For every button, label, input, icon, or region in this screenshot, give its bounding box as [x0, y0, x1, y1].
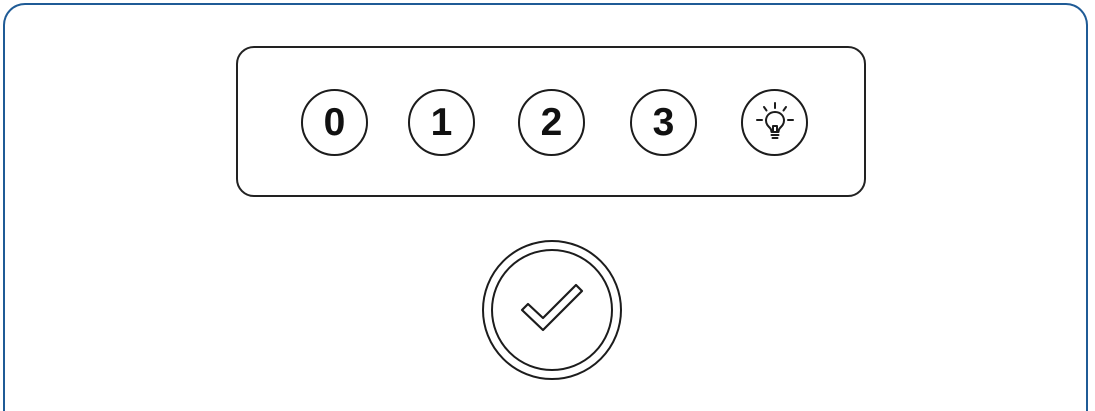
submit-button-inner-ring	[491, 249, 613, 371]
option-button-2[interactable]: 2	[518, 89, 585, 156]
option-label-0: 0	[323, 101, 346, 144]
option-label-3: 3	[652, 101, 675, 144]
submit-button[interactable]	[482, 240, 622, 380]
option-button-0[interactable]: 0	[301, 89, 368, 156]
option-label-1: 1	[430, 101, 453, 144]
lightbulb-icon	[752, 100, 798, 146]
option-button-3[interactable]: 3	[630, 89, 697, 156]
hint-button[interactable]	[741, 89, 808, 156]
option-button-1[interactable]: 1	[408, 89, 475, 156]
option-label-2: 2	[540, 101, 563, 144]
checkmark-icon	[512, 268, 592, 353]
